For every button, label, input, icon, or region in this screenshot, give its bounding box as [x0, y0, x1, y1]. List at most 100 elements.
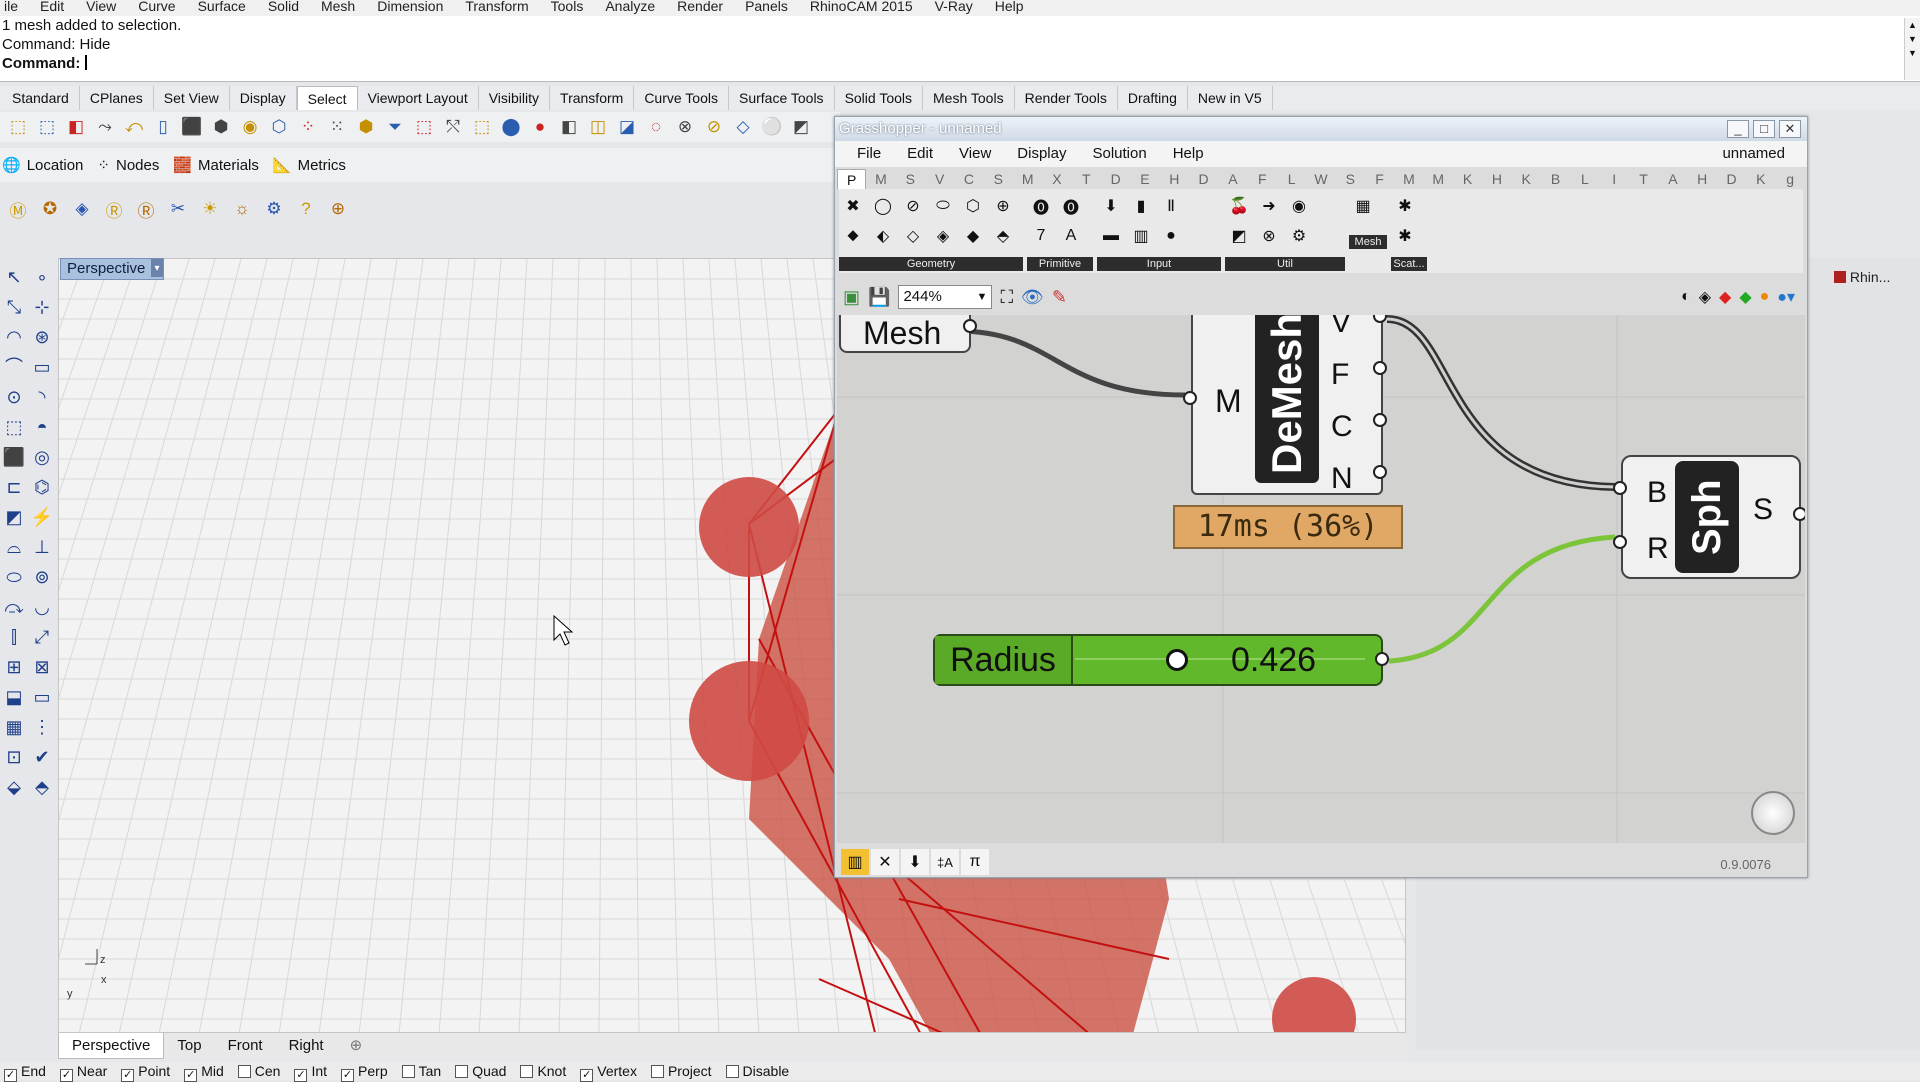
osnap-option[interactable]: ✓ End	[4, 1062, 46, 1082]
mesh-param[interactable]: Mesh	[839, 315, 977, 353]
select-sphere-icon[interactable]: ⚪	[760, 115, 784, 139]
gh-component-icon[interactable]: 🍒	[1225, 193, 1253, 219]
gh-category-tab[interactable]: S	[1336, 169, 1365, 189]
gh-category-tab[interactable]: M	[866, 169, 895, 189]
render-tool-icon[interactable]: ⚙	[260, 197, 288, 221]
navigation-widget-icon[interactable]	[1751, 791, 1795, 835]
menu-item[interactable]: View	[86, 0, 116, 16]
menu-item[interactable]: Mesh	[321, 0, 355, 16]
gh-menu-item[interactable]: View	[959, 141, 991, 167]
save-file-icon[interactable]: 💾	[868, 287, 890, 308]
gh-component-icon[interactable]: ▥	[1127, 223, 1155, 249]
gh-category-tab[interactable]: E	[1130, 169, 1159, 189]
gh-component-icon[interactable]: ⊘	[899, 193, 927, 219]
select-text-icon[interactable]: ⬚	[470, 115, 494, 139]
render-tool-icon[interactable]: Ⓡ	[100, 197, 128, 221]
osnap-checkbox[interactable]	[725, 1065, 739, 1078]
radius-slider[interactable]: Radius 0.426	[933, 634, 1389, 686]
gh-component-icon[interactable]: ⓿	[1057, 193, 1085, 219]
gh-component-icon[interactable]: ⬖	[869, 223, 897, 249]
slider-widget-icon[interactable]: ▥	[841, 849, 869, 875]
gh-category-tab[interactable]: H	[1482, 169, 1511, 189]
select-curves-icon[interactable]: ⤳	[93, 115, 117, 139]
gh-category-tab[interactable]: A	[1218, 169, 1247, 189]
gh-menu-item[interactable]: File	[857, 141, 881, 167]
invert-icon[interactable]: ◧	[64, 115, 88, 139]
sidebar-tool-icon[interactable]: ⊠	[28, 652, 56, 682]
osnap-option[interactable]: Knot	[520, 1062, 566, 1080]
osnap-option[interactable]: Disable	[725, 1062, 789, 1080]
gh-category-tab[interactable]: M	[1394, 169, 1423, 189]
toolbar-tab[interactable]: New in V5	[1188, 86, 1273, 110]
menu-item[interactable]: Dimension	[377, 0, 443, 16]
input-grip[interactable]	[1183, 391, 1197, 405]
sidebar-tool-icon[interactable]: ◠	[0, 322, 28, 352]
input-grip[interactable]	[1613, 481, 1627, 495]
osnap-option[interactable]: ✓ Near	[59, 1062, 107, 1082]
gh-component-icon[interactable]: A	[1057, 223, 1085, 249]
toolbar-tab[interactable]: Display	[230, 86, 297, 110]
gh-document-name[interactable]: unnamed	[1722, 144, 1785, 164]
close-button[interactable]: ✕	[1779, 120, 1801, 138]
gh-category-tab[interactable]: F	[1365, 169, 1394, 189]
gh-component-icon[interactable]: ✱	[1391, 193, 1419, 219]
gh-component-icon[interactable]: ◩	[1225, 223, 1253, 249]
gh-component-icon[interactable]: ⬥	[839, 223, 867, 249]
gh-canvas[interactable]: Mesh M DeMesh V F C N 17ms (36%) B R Sph…	[837, 315, 1805, 843]
sidebar-tool-icon[interactable]: ▭	[28, 682, 56, 712]
gh-menu-item[interactable]: Help	[1173, 141, 1204, 167]
osnap-checkbox[interactable]	[455, 1065, 469, 1078]
output-grip[interactable]	[1373, 361, 1387, 375]
render-tool-icon[interactable]: Ⓡ	[132, 197, 160, 221]
menu-item[interactable]: Solid	[268, 0, 299, 16]
osnap-option[interactable]: Quad	[455, 1062, 506, 1080]
gh-component-icon[interactable]: 7	[1027, 223, 1055, 249]
select-solids-icon[interactable]: ⬢	[354, 115, 378, 139]
select-polysurfaces-icon[interactable]: ⬢	[209, 115, 233, 139]
osnap-checkbox[interactable]: ✓	[341, 1069, 355, 1082]
preview-eye-icon[interactable]: 👁	[1021, 287, 1044, 308]
gh-component-icon[interactable]: ⊗	[1255, 223, 1283, 249]
gh-component-icon[interactable]: ⊕	[989, 193, 1017, 219]
osnap-checkbox[interactable]	[237, 1065, 251, 1078]
gh-component-icon[interactable]: ⬭	[929, 193, 957, 219]
toolbar-tab[interactable]: Select	[296, 86, 358, 110]
sidebar-tool-icon[interactable]: ⌓	[0, 532, 28, 562]
select-small-icon[interactable]: ◇	[731, 115, 755, 139]
slider-knob[interactable]	[1165, 649, 1188, 671]
metrics-button[interactable]: 📐 Metrics	[273, 154, 346, 176]
viewport-tab[interactable]: Perspective	[58, 1033, 165, 1059]
clear-icon[interactable]: ✕	[871, 849, 899, 875]
rhino-panel-tab[interactable]: Rhin...	[1834, 266, 1912, 288]
gh-component-icon[interactable]: Ⅱ	[1157, 193, 1185, 219]
gh-category-tab[interactable]: T	[1072, 169, 1101, 189]
select-last-icon[interactable]: ⤺	[122, 115, 146, 139]
sidebar-tool-icon[interactable]: ◩	[0, 502, 28, 532]
viewport-tab[interactable]: Top	[164, 1033, 214, 1059]
render-tool-icon[interactable]: ✪	[36, 197, 64, 221]
select-surfaces-icon[interactable]: ⬛	[180, 115, 204, 139]
sphere-object[interactable]	[699, 477, 799, 577]
open-file-icon[interactable]: ▣	[843, 287, 860, 308]
sidebar-tool-icon[interactable]: ↖	[0, 262, 28, 292]
gh-title-bar[interactable]: Grasshopper - unnamed _ □ ✕	[835, 117, 1807, 141]
toolbar-tab[interactable]: Mesh Tools	[923, 86, 1015, 110]
gh-category-tab[interactable]: g	[1776, 169, 1805, 189]
select-bad-icon[interactable]: ⊗	[673, 115, 697, 139]
osnap-checkbox[interactable]	[401, 1065, 415, 1078]
output-grip[interactable]	[1373, 413, 1387, 427]
gh-component-icon[interactable]: ⬇	[1097, 193, 1125, 219]
location-button[interactable]: 🌐 Location	[2, 154, 83, 176]
toolbar-tab[interactable]: Curve Tools	[634, 86, 729, 110]
select-box-icon[interactable]: ◩	[789, 115, 813, 139]
select-grid-icon[interactable]: ⁙	[325, 115, 349, 139]
toolbar-tab[interactable]: Standard	[2, 86, 80, 110]
gh-component-icon[interactable]: ◯	[869, 193, 897, 219]
osnap-option[interactable]: Cen	[237, 1062, 280, 1080]
gh-category-tab[interactable]: M	[1424, 169, 1453, 189]
slider-track[interactable]	[1075, 658, 1365, 660]
osnap-checkbox[interactable]: ✓	[59, 1069, 73, 1082]
sidebar-tool-icon[interactable]: ⊚	[28, 562, 56, 592]
sidebar-tool-icon[interactable]: ⬚	[0, 412, 28, 442]
osnap-option[interactable]: Project	[650, 1062, 712, 1080]
